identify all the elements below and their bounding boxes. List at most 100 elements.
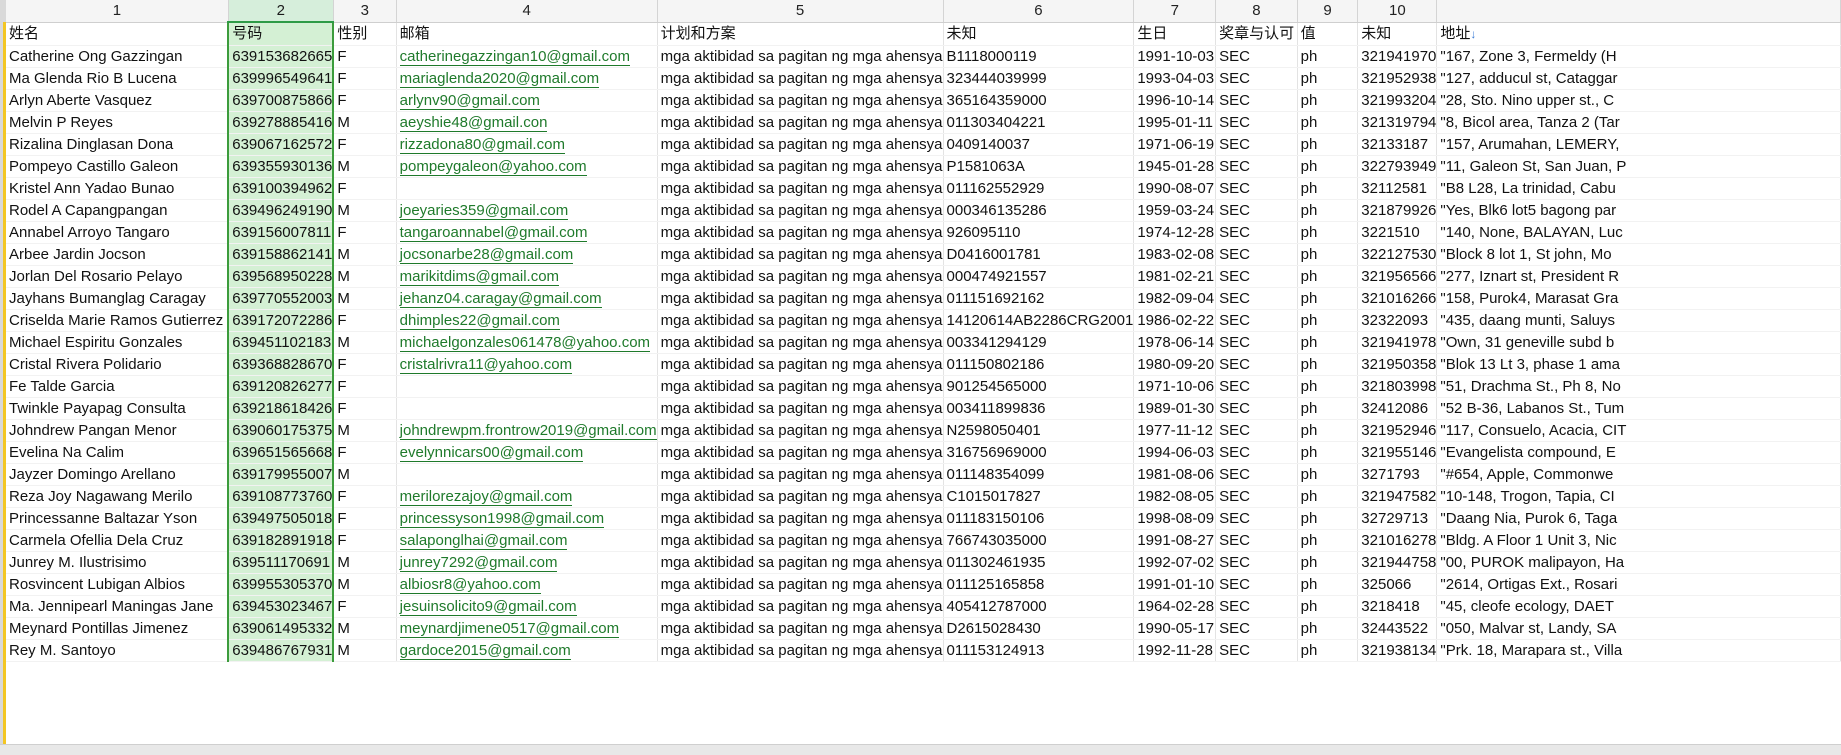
- email-link[interactable]: salaponglhai@gmail.com: [399, 531, 568, 550]
- cell-award[interactable]: SEC: [1215, 155, 1298, 178]
- cell-birthday[interactable]: 1964-02-28: [1133, 595, 1217, 618]
- cell-phone[interactable]: 639108773760: [227, 485, 335, 508]
- cell-email[interactable]: gardoce2015@gmail.com: [396, 639, 658, 662]
- email-link[interactable]: princessyson1998@gmail.com: [399, 509, 605, 528]
- cell-unknown-1[interactable]: D0416001781: [943, 243, 1135, 266]
- cell-award[interactable]: SEC: [1215, 639, 1298, 662]
- email-link[interactable]: johndrewpm.frontrow2019@gmail.com: [399, 421, 657, 440]
- cell-value[interactable]: ph: [1297, 155, 1359, 178]
- cell-email[interactable]: johndrewpm.frontrow2019@gmail.com: [396, 419, 658, 442]
- cell-award[interactable]: SEC: [1215, 375, 1298, 398]
- header-address[interactable]: 地址↓: [1436, 22, 1841, 46]
- cell-award[interactable]: SEC: [1215, 529, 1298, 552]
- cell-name[interactable]: Evelina Na Calim: [6, 441, 229, 464]
- cell-unknown-2[interactable]: 3271793: [1357, 463, 1438, 486]
- cell-phone[interactable]: 639278885416: [227, 111, 335, 134]
- cell-phone[interactable]: 639218618426: [227, 397, 335, 420]
- cell-email[interactable]: cristalrivra11@yahoo.com: [396, 353, 658, 376]
- cell-address[interactable]: "Daang Nia, Purok 6, Taga: [1436, 507, 1841, 530]
- cell-address[interactable]: "158, Purok4, Marasat Gra: [1436, 287, 1841, 310]
- cell-unknown-1[interactable]: 365164359000: [943, 89, 1135, 112]
- cell-address[interactable]: "2614, Ortigas Ext., Rosari: [1436, 573, 1841, 596]
- cell-gender[interactable]: F: [333, 595, 397, 618]
- cell-value[interactable]: ph: [1297, 353, 1359, 376]
- cell-address[interactable]: "Prk. 18, Marapara st., Villa: [1436, 639, 1841, 662]
- header-award[interactable]: 奖章与认可: [1215, 22, 1298, 46]
- cell-address[interactable]: "52 B-36, Labanos St., Tum: [1436, 397, 1841, 420]
- cell-plan[interactable]: mga aktibidad sa pagitan ng mga ahensya: [657, 441, 944, 464]
- cell-email[interactable]: salaponglhai@gmail.com: [396, 529, 658, 552]
- cell-plan[interactable]: mga aktibidad sa pagitan ng mga ahensya: [657, 419, 944, 442]
- cell-value[interactable]: ph: [1297, 573, 1359, 596]
- cell-address[interactable]: "00, PUROK malipayon, Ha: [1436, 551, 1841, 574]
- cell-value[interactable]: ph: [1297, 111, 1359, 134]
- cell-address[interactable]: "8, Bicol area, Tanza 2 (Tar: [1436, 111, 1841, 134]
- cell-unknown-1[interactable]: D2615028430: [943, 617, 1135, 640]
- cell-birthday[interactable]: 1991-10-03: [1133, 45, 1217, 68]
- cell-gender[interactable]: F: [333, 441, 397, 464]
- cell-name[interactable]: Michael Espiritu Gonzales: [6, 331, 229, 354]
- cell-award[interactable]: SEC: [1215, 221, 1298, 244]
- cell-name[interactable]: Rodel A Capangpangan: [6, 199, 229, 222]
- email-link[interactable]: aeyshie48@gmail.con: [399, 113, 548, 132]
- cell-phone[interactable]: 639153682665: [227, 45, 335, 68]
- cell-address[interactable]: "51, Drachma St., Ph 8, No: [1436, 375, 1841, 398]
- cell-birthday[interactable]: 1986-02-22: [1133, 309, 1217, 332]
- cell-name[interactable]: Annabel Arroyo Tangaro: [6, 221, 229, 244]
- cell-birthday[interactable]: 1989-01-30: [1133, 397, 1217, 420]
- cell-unknown-2[interactable]: 32322093: [1357, 309, 1438, 332]
- cell-birthday[interactable]: 1992-11-28: [1133, 639, 1217, 662]
- cell-phone[interactable]: 639100394962: [227, 177, 335, 200]
- email-link[interactable]: junrey7292@gmail.com: [399, 553, 558, 572]
- cell-unknown-2[interactable]: 325066: [1357, 573, 1438, 596]
- email-link[interactable]: meynardjimene0517@gmail.com: [399, 619, 620, 638]
- email-link[interactable]: arlynv90@gmail.com: [399, 91, 540, 110]
- cell-address[interactable]: "Own, 31 geneville subd b: [1436, 331, 1841, 354]
- cell-unknown-2[interactable]: 321952938: [1357, 67, 1438, 90]
- cell-award[interactable]: SEC: [1215, 309, 1298, 332]
- cell-email[interactable]: [396, 375, 658, 398]
- cell-email[interactable]: jocsonarbe28@gmail.com: [396, 243, 658, 266]
- cell-unknown-2[interactable]: 32729713: [1357, 507, 1438, 530]
- cell-plan[interactable]: mga aktibidad sa pagitan ng mga ahensya: [657, 287, 944, 310]
- cell-birthday[interactable]: 1981-02-21: [1133, 265, 1217, 288]
- cell-value[interactable]: ph: [1297, 463, 1359, 486]
- cell-value[interactable]: ph: [1297, 67, 1359, 90]
- cell-value[interactable]: ph: [1297, 221, 1359, 244]
- cell-unknown-1[interactable]: 011153124913: [943, 639, 1135, 662]
- cell-email[interactable]: [396, 397, 658, 420]
- cell-award[interactable]: SEC: [1215, 133, 1298, 156]
- cell-value[interactable]: ph: [1297, 551, 1359, 574]
- cell-address[interactable]: "140, None, BALAYAN, Luc: [1436, 221, 1841, 244]
- column-number-5[interactable]: 5: [657, 0, 944, 23]
- cell-gender[interactable]: F: [333, 45, 397, 68]
- cell-unknown-2[interactable]: 321952946: [1357, 419, 1438, 442]
- cell-unknown-1[interactable]: 0409140037: [943, 133, 1135, 156]
- cell-name[interactable]: Fe Talde Garcia: [6, 375, 229, 398]
- cell-gender[interactable]: M: [333, 111, 397, 134]
- email-link[interactable]: catherinegazzingan10@gmail.com: [399, 47, 630, 66]
- cell-address[interactable]: "050, Malvar st, Landy, SA: [1436, 617, 1841, 640]
- column-number-10[interactable]: 10: [1357, 0, 1438, 23]
- cell-plan[interactable]: mga aktibidad sa pagitan ng mga ahensya: [657, 463, 944, 486]
- cell-award[interactable]: SEC: [1215, 287, 1298, 310]
- cell-unknown-1[interactable]: 323444039999: [943, 67, 1135, 90]
- cell-gender[interactable]: F: [333, 507, 397, 530]
- cell-email[interactable]: rizzadona80@gmail.com: [396, 133, 658, 156]
- column-number-3[interactable]: 3: [333, 0, 397, 23]
- cell-award[interactable]: SEC: [1215, 551, 1298, 574]
- cell-address[interactable]: "45, cleofe ecology, DAET: [1436, 595, 1841, 618]
- cell-phone[interactable]: 639158862141: [227, 243, 335, 266]
- cell-phone[interactable]: 639368828670: [227, 353, 335, 376]
- cell-phone[interactable]: 639568950228: [227, 265, 335, 288]
- cell-value[interactable]: ph: [1297, 89, 1359, 112]
- cell-unknown-1[interactable]: 011150802186: [943, 353, 1135, 376]
- cell-email[interactable]: evelynnicars00@gmail.com: [396, 441, 658, 464]
- cell-unknown-2[interactable]: 322127530: [1357, 243, 1438, 266]
- cell-address[interactable]: "Yes, Blk6 lot5 bagong par: [1436, 199, 1841, 222]
- email-link[interactable]: tangaroannabel@gmail.com: [399, 223, 588, 242]
- cell-address[interactable]: "167, Zone 3, Fermeldy (H: [1436, 45, 1841, 68]
- cell-award[interactable]: SEC: [1215, 485, 1298, 508]
- cell-birthday[interactable]: 1971-06-19: [1133, 133, 1217, 156]
- cell-birthday[interactable]: 1991-08-27: [1133, 529, 1217, 552]
